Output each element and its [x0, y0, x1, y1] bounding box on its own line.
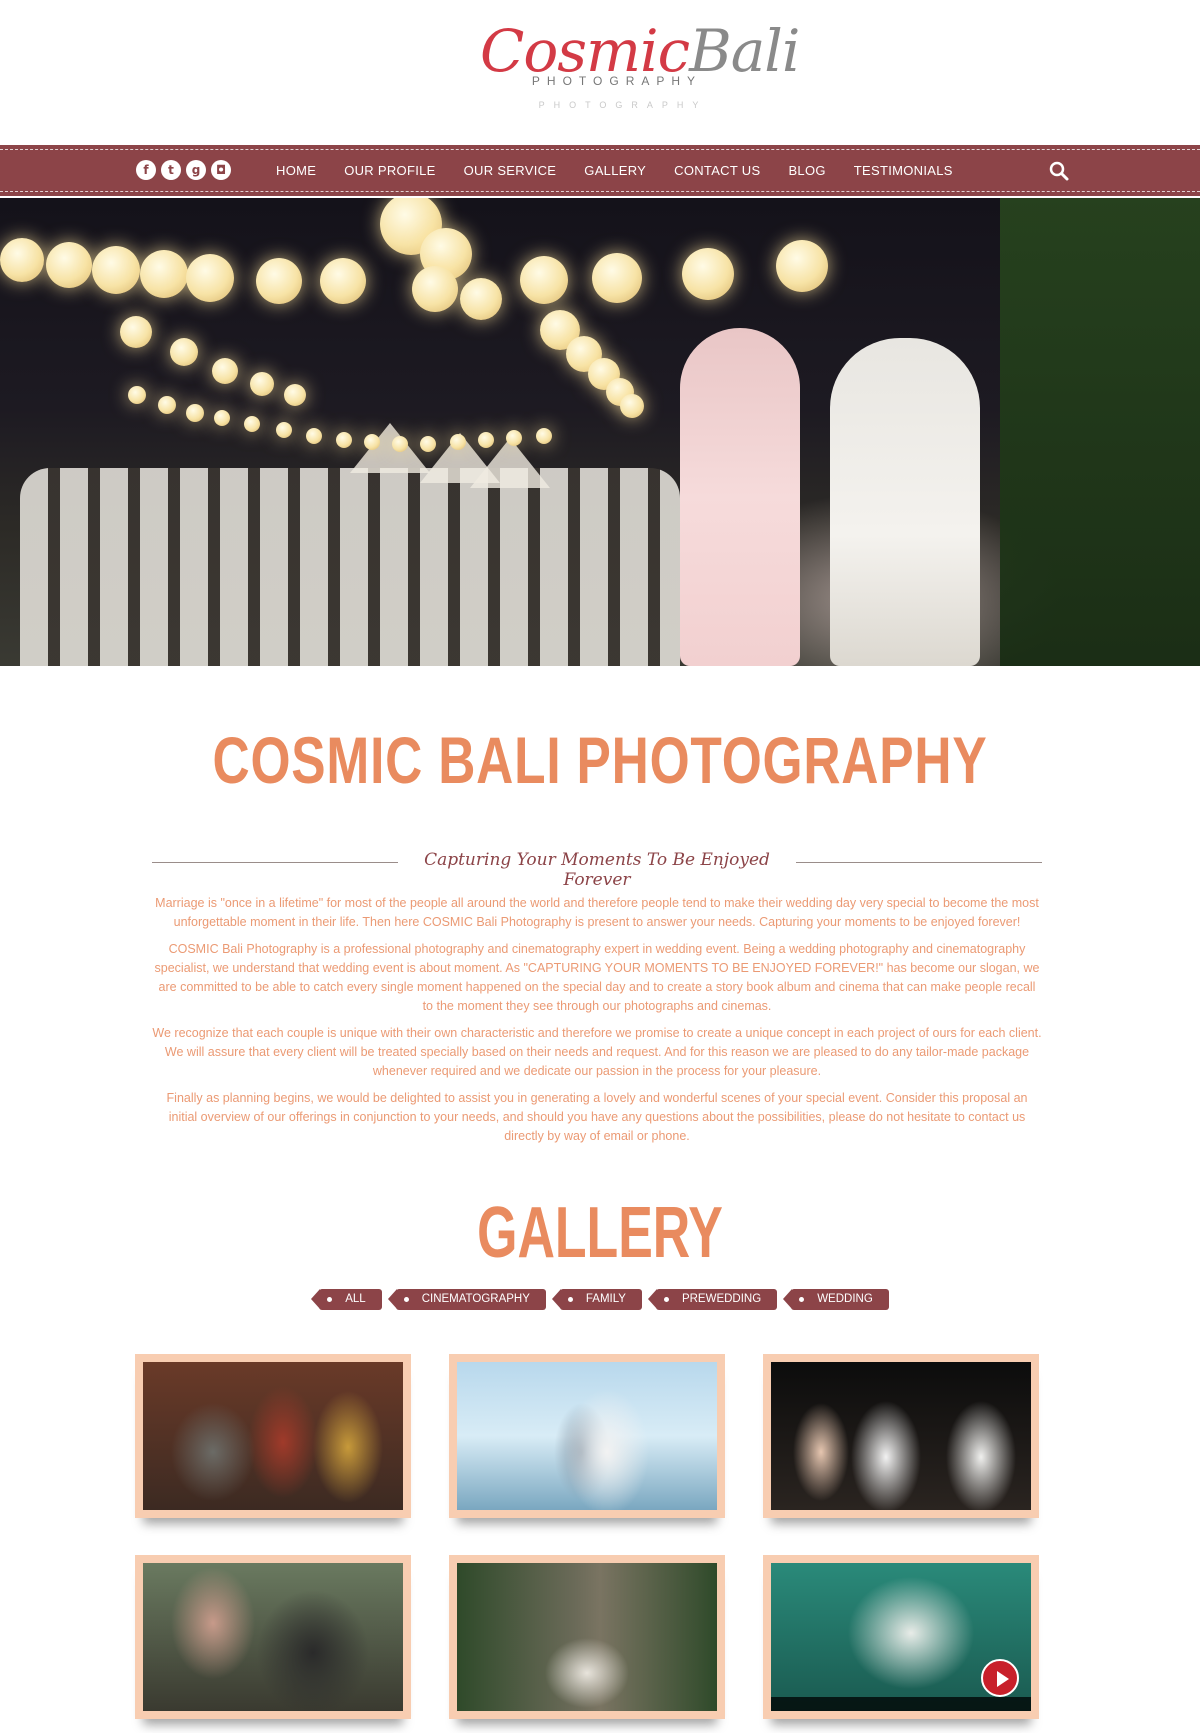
- gallery-item[interactable]: [135, 1555, 411, 1719]
- gallery-item[interactable]: [449, 1555, 725, 1719]
- nav-menu: HOME OUR PROFILE OUR SERVICE GALLERY CON…: [262, 145, 967, 196]
- hero-foliage-shape: [1000, 198, 1200, 666]
- intro-paragraph: COSMIC Bali Photography is a professiona…: [154, 942, 1040, 1013]
- nav-item-our-service[interactable]: OUR SERVICE: [450, 163, 571, 178]
- lantern-shape: [450, 434, 466, 450]
- page-title: COSMIC BALI PHOTOGRAPHY: [212, 723, 988, 797]
- lantern-shape: [120, 316, 152, 348]
- lantern-shape: [214, 410, 230, 426]
- hero-groom-shape: [830, 338, 980, 666]
- logo-subtitle-faded: PHOTOGRAPHY: [538, 100, 708, 110]
- lantern-shape: [212, 358, 238, 384]
- nav-item-testimonials[interactable]: TESTIMONIALS: [840, 163, 967, 178]
- gallery-thumbnail: [457, 1563, 717, 1711]
- tagline-divider-left: [152, 862, 398, 863]
- lantern-shape: [460, 278, 502, 320]
- lantern-shape: [140, 250, 188, 298]
- lantern-shape: [128, 386, 146, 404]
- lantern-shape: [420, 436, 436, 452]
- lantern-shape: [256, 258, 302, 304]
- tagline-row: Capturing Your Moments To Be Enjoyed For…: [152, 850, 1042, 890]
- lantern-shape: [776, 240, 828, 292]
- search-icon: [1049, 161, 1069, 181]
- filter-cinematography[interactable]: CINEMATOGRAPHY: [387, 1289, 546, 1310]
- lantern-shape: [506, 430, 522, 446]
- nav-item-home[interactable]: HOME: [262, 163, 330, 178]
- lantern-shape: [276, 422, 292, 438]
- site-header: CosmicBali PHOTOGRAPHY PHOTOGRAPHY: [0, 0, 1200, 145]
- gallery-title: GALLERY: [477, 1193, 723, 1273]
- filter-family[interactable]: FAMILY: [551, 1289, 642, 1310]
- intro-paragraph: Finally as planning begins, we would be …: [166, 1091, 1028, 1143]
- gallery-filters: ALL CINEMATOGRAPHY FAMILY PREWEDDING WED…: [0, 1289, 1200, 1310]
- nav-item-blog[interactable]: BLOG: [774, 163, 839, 178]
- hero-bride-shape: [680, 328, 800, 666]
- google-plus-icon[interactable]: g: [186, 160, 206, 180]
- social-links: f t g ◘: [136, 160, 231, 180]
- nav-item-contact-us[interactable]: CONTACT US: [660, 163, 774, 178]
- gallery-thumbnail: [457, 1362, 717, 1510]
- lantern-shape: [46, 242, 92, 288]
- filter-prewedding[interactable]: PREWEDDING: [647, 1289, 778, 1310]
- lantern-shape: [392, 436, 408, 452]
- lantern-shape: [186, 404, 204, 422]
- tagline: Capturing Your Moments To Be Enjoyed For…: [424, 850, 770, 890]
- hero-banner-image: [0, 198, 1200, 666]
- search-button[interactable]: [1048, 160, 1070, 182]
- tagline-divider-right: [796, 862, 1042, 863]
- site-logo[interactable]: CosmicBali PHOTOGRAPHY PHOTOGRAPHY: [480, 18, 800, 128]
- lantern-shape: [592, 253, 642, 303]
- logo-bali-text: Bali: [689, 17, 800, 85]
- gallery-thumbnail: [143, 1362, 403, 1510]
- lantern-shape: [336, 432, 352, 448]
- lantern-shape: [320, 258, 366, 304]
- lantern-shape: [478, 432, 494, 448]
- play-icon[interactable]: [981, 1659, 1019, 1697]
- lantern-shape: [0, 238, 44, 282]
- lantern-shape: [186, 254, 234, 302]
- lantern-shape: [364, 434, 380, 450]
- lantern-shape: [620, 394, 644, 418]
- nav-item-gallery[interactable]: GALLERY: [570, 163, 660, 178]
- gallery-item[interactable]: [763, 1354, 1039, 1518]
- lantern-shape: [306, 428, 322, 444]
- gallery-thumbnail: [771, 1563, 1031, 1711]
- gallery-thumbnail: [143, 1563, 403, 1711]
- lantern-shape: [158, 396, 176, 414]
- nav-item-our-profile[interactable]: OUR PROFILE: [330, 163, 449, 178]
- lantern-shape: [250, 372, 274, 396]
- intro-paragraph: Marriage is "once in a lifetime" for mos…: [155, 896, 1039, 929]
- filter-all[interactable]: ALL: [311, 1289, 382, 1310]
- gallery-item[interactable]: [449, 1354, 725, 1518]
- lantern-shape: [682, 248, 734, 300]
- lantern-shape: [244, 416, 260, 432]
- hero-tent-shape: [350, 423, 430, 473]
- intro-text: Marriage is "once in a lifetime" for mos…: [152, 894, 1042, 1154]
- instagram-icon[interactable]: ◘: [211, 160, 231, 180]
- twitter-icon[interactable]: t: [161, 160, 181, 180]
- main-navbar: f t g ◘ HOME OUR PROFILE OUR SERVICE GAL…: [0, 145, 1200, 196]
- lantern-shape: [520, 256, 568, 304]
- lantern-shape: [92, 246, 140, 294]
- gallery-thumbnail: [771, 1362, 1031, 1510]
- intro-paragraph: We recognize that each couple is unique …: [152, 1026, 1042, 1078]
- lantern-shape: [412, 266, 458, 312]
- facebook-icon[interactable]: f: [136, 160, 156, 180]
- lantern-shape: [284, 384, 306, 406]
- lantern-shape: [536, 428, 552, 444]
- lantern-shape: [170, 338, 198, 366]
- gallery-item-video[interactable]: [763, 1555, 1039, 1719]
- gallery-item[interactable]: [135, 1354, 411, 1518]
- filter-wedding[interactable]: WEDDING: [783, 1289, 889, 1310]
- hero-crowd-shape: [20, 468, 680, 666]
